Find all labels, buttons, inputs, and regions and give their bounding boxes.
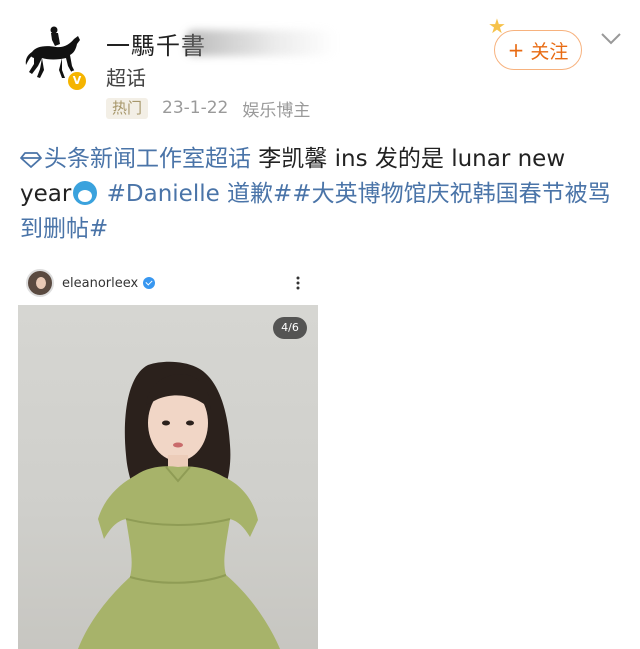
supertopic-label[interactable]: 超话 (106, 62, 146, 91)
hot-badge: 热门 (106, 97, 149, 119)
post-date: 23-1-22 (162, 98, 229, 118)
hashtag-danielle[interactable]: #Danielle 道歉# (107, 181, 293, 207)
more-options-icon[interactable] (296, 276, 300, 290)
post-body: 头条新闻工作室超话 李凯馨 ins 发的是 lunar new year #Da… (20, 142, 620, 247)
plus-icon: + (507, 38, 525, 62)
name-blur-overlay (186, 30, 336, 56)
post-meta: 热门 23-1-22 娱乐博主 (106, 97, 311, 121)
post-photo[interactable]: 4/6 (18, 305, 318, 649)
ig-username[interactable]: eleanorleex (62, 276, 138, 291)
follow-label: 关注 (530, 40, 569, 63)
ig-avatar[interactable] (26, 269, 54, 297)
woman-in-green-dress-illustration (78, 361, 280, 649)
ig-verified-icon (143, 277, 156, 289)
supertopic-diamond-icon (20, 152, 42, 168)
follow-button[interactable]: + 关注 (494, 30, 582, 70)
photo-counter: 4/6 (273, 317, 307, 339)
embedded-instagram-header: eleanorleex (26, 268, 318, 298)
chevron-down-icon[interactable] (600, 32, 622, 46)
verified-badge-icon: V (66, 70, 88, 92)
doraemon-emoji-icon (73, 181, 98, 205)
author-tag: 娱乐博主 (242, 100, 311, 121)
topic-link[interactable]: 头条新闻工作室超话 (20, 146, 251, 172)
